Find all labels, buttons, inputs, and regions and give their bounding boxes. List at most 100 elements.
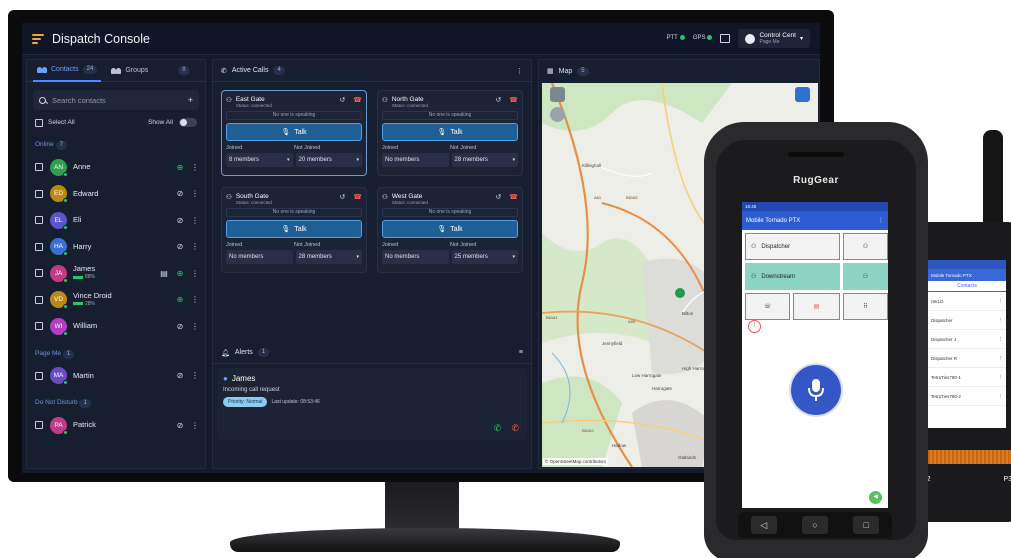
message-icon[interactable]: ▤ — [159, 269, 169, 278]
not-joined-members-select[interactable]: 20 members ▾ — [295, 153, 362, 167]
select-all-checkbox[interactable] — [35, 118, 43, 127]
not-joined-members-select[interactable]: 28 members ▾ — [451, 153, 518, 167]
chat-icon[interactable] — [720, 34, 731, 43]
history-icon[interactable]: ↺ — [495, 96, 501, 104]
handheld-contact-row[interactable]: Dispatcher J ⋮ — [928, 330, 1006, 349]
more-options-icon[interactable]: ⋮ — [191, 295, 199, 304]
call-card[interactable]: ⚇ West Gate Status: connected ↺ ☎ No one is s… — [377, 187, 523, 273]
more-options-icon[interactable]: ⋮ — [191, 163, 199, 172]
handheld-contact-row[interactable]: Dispatcher R ⋮ — [928, 349, 1006, 368]
contact-row[interactable]: AN Anne ⊕ ⋮ — [27, 154, 205, 181]
handheld-contact-row[interactable]: rterLD ⋮ — [928, 292, 1006, 311]
map-marker[interactable] — [675, 288, 685, 298]
more-options-icon[interactable]: ⋮ — [191, 269, 199, 278]
more-options-icon[interactable]: ⋮ — [191, 371, 199, 380]
handheld-key-p3[interactable]: P3 — [1003, 476, 1011, 483]
history-icon[interactable]: ↺ — [339, 96, 345, 104]
location-off-icon[interactable]: ⊘ — [175, 371, 185, 380]
contact-row[interactable]: VD Vince Droid 28% ⊕ ⋮ — [27, 287, 205, 314]
location-off-icon[interactable]: ⊘ — [175, 421, 185, 430]
location-off-icon[interactable]: ⊘ — [175, 189, 185, 198]
search-input[interactable]: Search contacts + — [33, 90, 199, 110]
handheld-contact-row[interactable]: TetraTies780-2 ⋮ — [928, 387, 1006, 406]
dispatcher-contact-button[interactable]: ⚇ — [843, 233, 888, 260]
joined-members-select[interactable]: No members — [382, 153, 449, 167]
contact-checkbox[interactable] — [35, 322, 43, 331]
handheld-tab-contacts[interactable]: Contacts — [928, 281, 1006, 292]
location-off-icon[interactable]: ⊘ — [175, 242, 185, 251]
map-call-button[interactable] — [550, 87, 565, 102]
contact-row[interactable]: PA Patrick ⊘ ⋮ — [27, 412, 205, 439]
location-off-icon[interactable]: ⊘ — [175, 216, 185, 225]
not-joined-members-select[interactable]: 28 members ▾ — [295, 250, 362, 264]
history-icon[interactable]: ↺ — [339, 193, 345, 201]
contact-checkbox[interactable] — [35, 242, 43, 251]
history-icon[interactable]: ↺ — [495, 193, 501, 201]
speaker-icon[interactable]: ◀ — [869, 491, 882, 504]
location-icon[interactable]: ⊕ — [175, 295, 185, 304]
more-options-icon[interactable]: ⋮ — [191, 322, 199, 331]
recent-apps-icon[interactable]: □ — [853, 516, 880, 534]
accept-call-icon[interactable]: ✆ — [494, 423, 502, 434]
contact-row[interactable]: JA James 88% ▤ ⊕ ⋮ — [27, 260, 205, 287]
joined-members-select[interactable]: No members — [382, 250, 449, 264]
handheld-contact-row[interactable]: Dispatcher ⋮ — [928, 311, 1006, 330]
contact-row[interactable]: EL Eli ⊘ ⋮ — [27, 207, 205, 234]
contact-row[interactable]: HA Harry ⊘ ⋮ — [27, 234, 205, 261]
joined-members-select[interactable]: 8 members ▾ — [226, 153, 293, 167]
show-all-toggle[interactable] — [179, 118, 197, 127]
map-location-button[interactable] — [795, 87, 810, 102]
ptt-microphone-button[interactable] — [791, 365, 841, 415]
more-options-icon[interactable]: ⋮ — [191, 216, 199, 225]
location-icon[interactable]: ⊕ — [175, 163, 185, 172]
home-icon[interactable]: ○ — [801, 516, 828, 534]
joined-members-select[interactable]: No members — [226, 250, 293, 264]
call-card[interactable]: ⚇ North Gate Status: connected ↺ ☎ No one is … — [377, 90, 523, 176]
clear-alerts-icon[interactable]: ≡ — [519, 349, 523, 356]
call-card[interactable]: ⚇ South Gate Status: connected ↺ ☎ No one is … — [221, 187, 367, 273]
map-history-button[interactable] — [550, 107, 565, 122]
contact-checkbox[interactable] — [35, 163, 43, 172]
call-card[interactable]: ⚇ East Gate Status: connected ↺ ☎ No one is s… — [221, 90, 367, 176]
handheld-contact-row[interactable]: TetraTies780-1 ⋮ — [928, 368, 1006, 387]
not-joined-members-select[interactable]: 25 members ▾ — [451, 250, 518, 264]
contact-row[interactable]: WI William ⊘ ⋮ — [27, 313, 205, 340]
hang-up-icon[interactable]: ☎ — [353, 193, 362, 201]
downstream-group-button[interactable]: ⚇ — [843, 263, 888, 290]
contact-checkbox[interactable] — [35, 189, 43, 198]
back-icon[interactable]: ◁ — [750, 516, 777, 534]
location-icon[interactable]: ⊕ — [175, 269, 185, 278]
tab-groups[interactable]: Groups 8 — [107, 60, 193, 82]
contact-row[interactable]: ED Edward ⊘ ⋮ — [27, 181, 205, 208]
calls-menu-icon[interactable]: ⋮ — [516, 67, 523, 75]
alarm-icon[interactable]: ! — [748, 320, 761, 333]
hang-up-icon[interactable]: ☎ — [353, 96, 362, 104]
reject-call-icon[interactable]: ✆ — [511, 423, 519, 434]
talk-button[interactable]: 🎙︎ Talk — [226, 220, 362, 238]
talk-button[interactable]: 🎙︎ Talk — [382, 220, 518, 238]
tab-contacts[interactable]: Contacts 24 — [33, 60, 102, 82]
hang-up-icon[interactable]: ☎ — [509, 193, 518, 201]
more-options-icon[interactable]: ⋮ — [191, 189, 199, 198]
contact-checkbox[interactable] — [35, 216, 43, 225]
more-options-icon[interactable]: ⋮ — [191, 242, 199, 251]
dialpad-button[interactable]: ⠿ — [843, 293, 888, 320]
contact-checkbox[interactable] — [35, 371, 43, 380]
contact-row[interactable]: MA Martin ⊘ ⋮ — [27, 363, 205, 390]
more-options-icon[interactable]: ⋮ — [191, 421, 199, 430]
contact-checkbox[interactable] — [35, 295, 43, 304]
downstream-button[interactable]: ⚇ Downstream — [745, 263, 840, 290]
location-off-icon[interactable]: ⊘ — [175, 322, 185, 331]
call-log-button[interactable]: ☏ — [745, 293, 790, 320]
user-menu[interactable]: Control Cent Page Me ▾ — [738, 29, 810, 48]
message-button[interactable]: ▤ — [793, 293, 840, 320]
add-user-icon[interactable]: + — [188, 95, 193, 105]
talk-button[interactable]: 🎙︎ Talk — [226, 123, 362, 141]
contact-checkbox[interactable] — [35, 421, 43, 430]
phone-menu-icon[interactable]: ⋮ — [878, 217, 884, 224]
talk-button[interactable]: 🎙︎ Talk — [382, 123, 518, 141]
contact-checkbox[interactable] — [35, 269, 43, 278]
dispatcher-button[interactable]: ⚇ Dispatcher — [745, 233, 840, 260]
menu-icon[interactable] — [32, 33, 44, 44]
hang-up-icon[interactable]: ☎ — [509, 96, 518, 104]
